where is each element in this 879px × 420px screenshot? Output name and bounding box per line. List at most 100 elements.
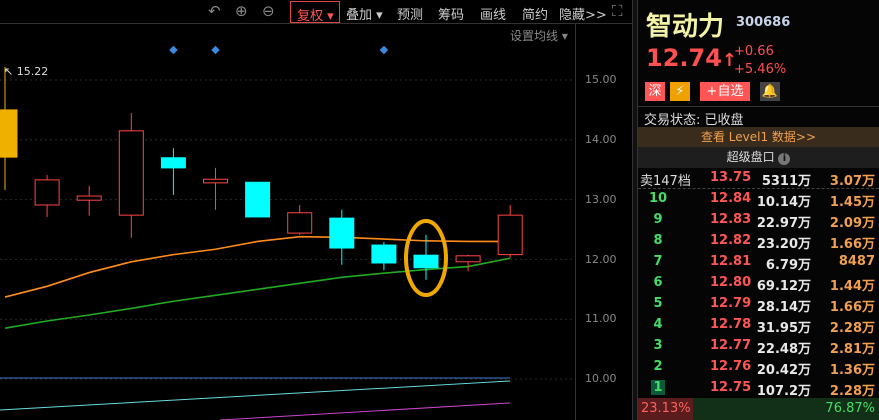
overlay-dropdown[interactable]: 叠加 ▾: [346, 4, 383, 23]
candle-body: [76, 195, 102, 201]
order-level: 6: [653, 275, 663, 290]
order-price: 12.84: [710, 191, 752, 206]
order-volume: 31.95万: [756, 321, 811, 336]
order-amount: 1.66万: [829, 237, 875, 252]
order-amount: 2.09万: [829, 216, 875, 231]
order-volume: 6.79万: [765, 258, 811, 273]
order-row[interactable]: 2 12.76 20.42万 1.36万: [638, 357, 879, 378]
axis-tick: 12.00: [585, 253, 617, 266]
order-amount: 1.36万: [829, 363, 875, 378]
high-price-label: ↖ 15.22: [4, 65, 49, 78]
zoom-out-icon[interactable]: ⊖: [262, 2, 275, 20]
sell-total-label: 卖147档: [640, 174, 691, 189]
quote-panel: 智动力 300686 12.74↑ +0.66 +5.46% 深 ⚡ +自选 🔔…: [638, 0, 879, 420]
stock-code: 300686: [736, 15, 791, 30]
order-row[interactable]: 4 12.78 31.95万 2.28万: [638, 315, 879, 336]
order-amount: 2.81万: [829, 342, 875, 357]
candle-body: [455, 255, 481, 263]
order-volume: 22.48万: [756, 342, 811, 357]
fullscreen-icon[interactable]: ⛶: [612, 2, 623, 20]
order-price: 12.77: [710, 338, 752, 353]
candle-body: [329, 217, 355, 249]
bell-icon[interactable]: 🔔: [760, 82, 780, 101]
candle-body: [287, 212, 313, 234]
stock-name: 智动力: [646, 12, 725, 42]
zoom-in-icon[interactable]: ⊕: [235, 2, 248, 20]
price-axis-line: [575, 24, 576, 420]
flash-icon[interactable]: ⚡: [670, 82, 690, 101]
order-level: 8: [653, 233, 663, 248]
super-orderbook-header: 超级盘口 i: [638, 147, 879, 168]
order-price: 12.82: [710, 233, 752, 248]
forecast-button[interactable]: 预测: [397, 4, 423, 23]
order-level: 1: [651, 380, 665, 395]
order-row[interactable]: 6 12.80 69.12万 1.44万: [638, 273, 879, 294]
order-volume: 28.14万: [756, 300, 811, 315]
order-volume: 23.20万: [756, 237, 811, 252]
axis-tick: 10.00: [585, 372, 617, 385]
order-price: 12.83: [710, 212, 752, 227]
candle-body: [34, 179, 60, 206]
order-volume: 10.14万: [756, 195, 811, 210]
order-amount: 2.28万: [829, 321, 875, 336]
axis-tick: 11.00: [585, 312, 617, 325]
event-marker-icon: [379, 45, 389, 55]
candle-body: [371, 244, 397, 264]
order-row[interactable]: 1 12.75 107.2万 2.28万: [638, 378, 879, 399]
order-row[interactable]: 9 12.83 22.97万 2.09万: [638, 210, 879, 231]
level1-link[interactable]: 查看 Level1 数据>>: [638, 127, 879, 147]
order-price: 12.80: [710, 275, 752, 290]
order-volume: 69.12万: [756, 279, 811, 294]
set-ma-dropdown[interactable]: 设置均线 ▾: [510, 27, 568, 44]
order-price: 12.76: [710, 359, 752, 374]
event-marker-icon: [211, 45, 220, 55]
high-price-value: 15.22: [16, 65, 49, 78]
order-row[interactable]: 5 12.79 28.14万 1.66万: [638, 294, 879, 315]
chart-toolbar: ↶ ⊕ ⊖ 复权 ▾ 叠加 ▾ 预测 筹码 画线 简约 隐藏>> ⛶: [0, 0, 634, 24]
axis-tick: 14.00: [585, 133, 617, 146]
info-icon[interactable]: i: [778, 153, 791, 165]
candle-body: [0, 109, 18, 158]
order-row[interactable]: 7 12.81 6.79万 8487: [638, 252, 879, 273]
order-amount: 2.28万: [829, 384, 875, 399]
restore-rights-dropdown[interactable]: 复权 ▾: [290, 1, 340, 24]
order-row[interactable]: 3 12.77 22.48万 2.81万: [638, 336, 879, 357]
order-price: 12.81: [710, 254, 752, 269]
order-level: 2: [653, 359, 663, 374]
restore-rights-label: 复权: [297, 9, 324, 24]
add-watchlist-button[interactable]: +自选: [700, 82, 750, 101]
draw-line-button[interactable]: 画线: [480, 4, 506, 23]
order-volume: 107.2万: [756, 384, 811, 399]
axis-tick: 13.00: [585, 193, 617, 206]
kline-chart[interactable]: ↶ ⊕ ⊖ 复权 ▾ 叠加 ▾ 预测 筹码 画线 简约 隐藏>> ⛶ 设置均线 …: [0, 0, 634, 420]
event-marker-icon: [169, 45, 178, 55]
order-level: 3: [653, 338, 663, 353]
simple-button[interactable]: 简约: [522, 4, 548, 23]
order-volume: 22.97万: [756, 216, 811, 231]
candle-body: [245, 181, 271, 218]
buy-sell-ratio-bar: 23.13% 76.87%: [638, 398, 879, 420]
overlay-label: 叠加: [346, 8, 373, 23]
axis-tick: 15.00: [585, 73, 617, 86]
order-level: 10: [648, 191, 668, 206]
sell-total-price: 13.75: [710, 170, 752, 185]
order-volume: 20.42万: [756, 363, 811, 378]
order-row[interactable]: 8 12.82 23.20万 1.66万: [638, 231, 879, 252]
order-level: 9: [653, 212, 663, 227]
order-price: 12.75: [710, 380, 752, 395]
order-amount: 1.45万: [829, 195, 875, 210]
sell-ratio: 23.13%: [638, 398, 693, 420]
order-amount: 8487: [838, 254, 875, 269]
price-change: +0.66: [734, 44, 774, 59]
hide-button[interactable]: 隐藏>>: [559, 4, 607, 23]
order-level: 5: [653, 296, 663, 311]
order-amount: 1.44万: [829, 279, 875, 294]
candlestick-plot[interactable]: [0, 0, 575, 420]
sell-total-vol: 5311万: [761, 174, 811, 189]
order-amount: 1.66万: [829, 300, 875, 315]
trade-status: 交易状态: 已收盘: [638, 106, 879, 128]
candle-body: [160, 157, 186, 169]
chips-button[interactable]: 筹码: [438, 4, 464, 23]
order-row[interactable]: 10 12.84 10.14万 1.45万: [638, 189, 879, 210]
undo-icon[interactable]: ↶: [208, 2, 221, 20]
